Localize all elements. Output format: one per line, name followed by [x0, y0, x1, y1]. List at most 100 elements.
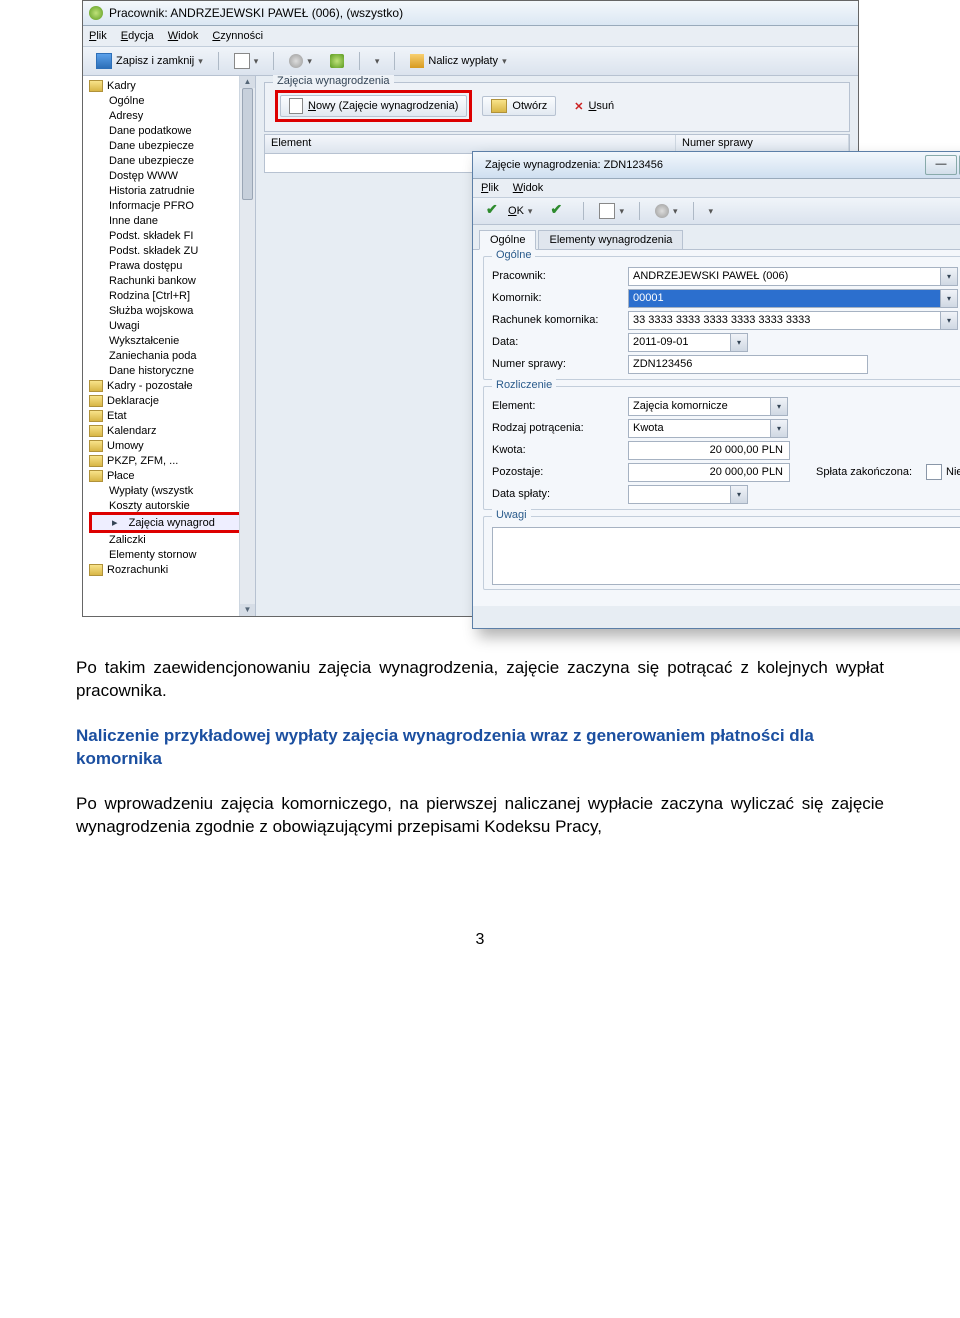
tree-item[interactable]: Koszty autorskie: [89, 498, 255, 513]
input-numer[interactable]: ZDN123456: [628, 355, 868, 374]
tree-item[interactable]: Wykształcenie: [89, 333, 255, 348]
new-button[interactable]: Nowy (Zajęcie wynagrodzenia): [280, 95, 467, 117]
menu-edycja[interactable]: Edycja: [121, 30, 154, 42]
separator: [359, 52, 360, 70]
chevron-down-icon[interactable]: ▾: [770, 420, 787, 437]
delete-label: Usuń: [588, 100, 614, 112]
input-komornik[interactable]: 00001▾: [628, 289, 958, 308]
folder-icon: [89, 395, 103, 407]
tree-item[interactable]: Dane ubezpiecze: [89, 153, 255, 168]
folder-kalendarz[interactable]: Kalendarz: [89, 423, 255, 438]
more-button[interactable]: ▾: [368, 53, 387, 70]
tree-item[interactable]: Podst. składek FI: [89, 228, 255, 243]
tree-item[interactable]: Wypłaty (wszystk: [89, 483, 255, 498]
tree-item[interactable]: Dane ubezpiecze: [89, 138, 255, 153]
tree-item[interactable]: Zaniechania poda: [89, 348, 255, 363]
tree-item[interactable]: Dostęp WWW: [89, 168, 255, 183]
folder-kadry-pozostale[interactable]: Kadry - pozostałe: [89, 378, 255, 393]
nalicz-button[interactable]: Nalicz wypłaty ▾: [403, 51, 513, 71]
tree-item[interactable]: Elementy stornow: [89, 547, 255, 562]
tree-item[interactable]: Adresy: [89, 108, 255, 123]
folder-kadry[interactable]: Kadry: [89, 78, 255, 93]
dialog-footer: Podgląd: [473, 606, 960, 628]
ok-button[interactable]: OK ▾: [479, 201, 539, 221]
open-button[interactable]: Otwórz: [482, 96, 556, 116]
minimize-button[interactable]: —: [925, 155, 957, 175]
dialog-menu-widok[interactable]: Widok: [513, 182, 544, 194]
label-data: Data:: [492, 336, 622, 348]
save-icon: [96, 53, 112, 69]
app-window: Pracownik: ANDRZEJEWSKI PAWEŁ (006), (ws…: [82, 0, 859, 617]
chevron-down-icon[interactable]: ▾: [730, 334, 747, 351]
scroll-up-icon[interactable]: ▲: [240, 76, 255, 88]
input-rachunek[interactable]: 33 3333 3333 3333 3333 3333 3333▾: [628, 311, 958, 330]
tree-item[interactable]: Inne dane: [89, 213, 255, 228]
textarea-uwagi[interactable]: [492, 527, 960, 585]
tools-button[interactable]: ▾: [282, 51, 319, 71]
tree-item[interactable]: Historia zatrudnie: [89, 183, 255, 198]
tree-item[interactable]: Podst. składek ZU: [89, 243, 255, 258]
menu-widok[interactable]: Widok: [168, 30, 199, 42]
wrench-icon: [655, 204, 669, 218]
tab-ogolne[interactable]: Ogólne: [479, 230, 536, 250]
highlight-box: ▸ Zajęcia wynagrod: [89, 512, 255, 533]
folder-deklaracje[interactable]: Deklaracje: [89, 393, 255, 408]
tree-item[interactable]: Uwagi: [89, 318, 255, 333]
refresh-button[interactable]: [323, 51, 351, 71]
tree-item[interactable]: Zaliczki: [89, 532, 255, 547]
input-rodzaj[interactable]: Kwota▾: [628, 419, 788, 438]
ok-label: OK: [508, 205, 524, 217]
input-data[interactable]: 2011-09-01▾: [628, 333, 748, 352]
tree-item[interactable]: Prawa dostępu: [89, 258, 255, 273]
input-element[interactable]: Zajęcia komornicze▾: [628, 397, 788, 416]
group-rozliczenie: Rozliczenie Element: Zajęcia komornicze▾…: [483, 386, 960, 510]
print-button[interactable]: ▾: [227, 50, 266, 72]
input-pozostaje[interactable]: 20 000,00 PLN: [628, 463, 790, 482]
tree-item[interactable]: Dane historyczne: [89, 363, 255, 378]
folder-etat[interactable]: Etat: [89, 408, 255, 423]
print-button[interactable]: ▾: [592, 200, 631, 222]
tools-button[interactable]: ▾: [648, 201, 685, 221]
label-rodzaj: Rodzaj potrącenia:: [492, 422, 622, 434]
chevron-down-icon[interactable]: ▾: [940, 268, 957, 285]
tree-item[interactable]: Służba wojskowa: [89, 303, 255, 318]
tree-item[interactable]: Rodzina [Ctrl+R]: [89, 288, 255, 303]
dialog-toolbar: OK ▾ ▾ ▾ ▾: [473, 198, 960, 225]
input-datasplaty[interactable]: ▾: [628, 485, 748, 504]
chevron-down-icon[interactable]: ▾: [770, 398, 787, 415]
tab-elementy[interactable]: Elementy wynagrodzenia: [538, 230, 683, 250]
ok-check-button[interactable]: [543, 201, 575, 221]
folder-icon: [89, 470, 103, 482]
tree-item[interactable]: Rachunki bankow: [89, 273, 255, 288]
chevron-down-icon: ▾: [198, 56, 203, 67]
menu-czynnosci[interactable]: Czynności: [212, 30, 263, 42]
more-button[interactable]: ▾: [702, 203, 721, 220]
chevron-down-icon[interactable]: ▾: [940, 290, 957, 307]
open-icon: [491, 99, 507, 113]
input-pracownik[interactable]: ANDRZEJEWSKI PAWEŁ (006)▾: [628, 267, 958, 286]
scroll-thumb[interactable]: [242, 88, 253, 200]
new-label: Nowy (Zajęcie wynagrodzenia): [308, 100, 458, 112]
chevron-down-icon[interactable]: ▾: [730, 486, 747, 503]
tree-item[interactable]: Informacje PFRO: [89, 198, 255, 213]
dialog-tabs: Ogólne Elementy wynagrodzenia: [473, 225, 960, 250]
input-kwota[interactable]: 20 000,00 PLN: [628, 441, 790, 460]
delete-icon: ✕: [574, 100, 583, 113]
folder-place[interactable]: Płace: [89, 468, 255, 483]
tree-item[interactable]: Dane podatkowe: [89, 123, 255, 138]
tree-item-zajecia-wynagrod[interactable]: ▸ Zajęcia wynagrod: [92, 515, 252, 530]
chevron-down-icon[interactable]: ▾: [940, 312, 957, 329]
tree-scrollbar[interactable]: ▲ ▼: [239, 76, 255, 616]
scroll-down-icon[interactable]: ▼: [240, 604, 255, 616]
save-close-button[interactable]: Zapisz i zamknij ▾: [89, 50, 210, 72]
folder-rozrachunki[interactable]: Rozrachunki: [89, 562, 255, 577]
dialog-menu-plik[interactable]: Plik: [481, 182, 499, 194]
folder-umowy[interactable]: Umowy: [89, 438, 255, 453]
checkbox-splata[interactable]: Nie: [926, 464, 960, 480]
nav-tree[interactable]: Kadry Ogólne Adresy Dane podatkowe Dane …: [83, 76, 256, 616]
folder-icon: [89, 425, 103, 437]
folder-pkzp[interactable]: PKZP, ZFM, ...: [89, 453, 255, 468]
tree-item[interactable]: Ogólne: [89, 93, 255, 108]
menu-plik[interactable]: Plik: [89, 30, 107, 42]
delete-button[interactable]: ✕ Usuń: [566, 98, 622, 115]
